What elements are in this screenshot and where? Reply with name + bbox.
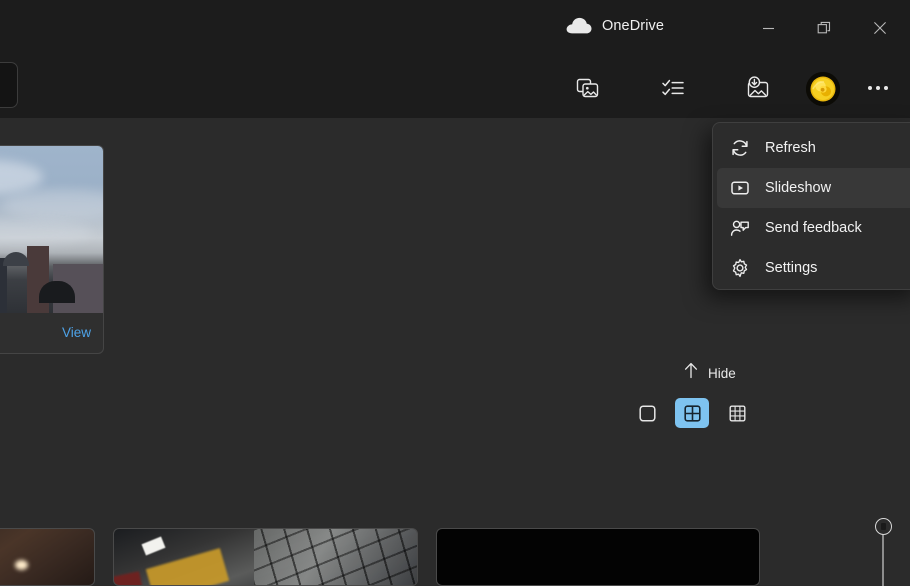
slideshow-icon	[729, 177, 751, 199]
dot-2	[876, 86, 880, 90]
restore-button[interactable]	[801, 10, 847, 46]
minimize-button[interactable]	[745, 10, 791, 46]
red-panel	[113, 571, 144, 586]
glass-ceiling	[254, 529, 418, 586]
handle-nub	[881, 523, 886, 530]
building	[0, 258, 7, 313]
yellow-panel	[146, 548, 229, 586]
photo-card[interactable]: View	[0, 145, 104, 354]
select-checklist-icon[interactable]	[655, 70, 691, 106]
timeline-scrollbar[interactable]	[876, 512, 890, 586]
more-options-button[interactable]	[860, 70, 896, 106]
photo-card-image	[0, 146, 104, 313]
cloud-shape	[3, 190, 104, 220]
dome	[3, 252, 29, 266]
settings-gear-icon	[729, 257, 751, 279]
hide-label: Hide	[708, 366, 736, 381]
save-photo-icon[interactable]	[740, 70, 776, 106]
thumbnail-3[interactable]	[436, 528, 760, 586]
photo-card-footer: View	[0, 311, 104, 353]
menu-label: Slideshow	[765, 180, 831, 196]
photo-collection-icon[interactable]	[570, 70, 606, 106]
view-size-large[interactable]	[630, 398, 664, 428]
title-bar: OneDrive	[0, 0, 910, 58]
more-options-menu: Refresh Slideshow Send feedback	[712, 122, 910, 290]
foreground-silhouette	[39, 281, 75, 303]
send-feedback-icon	[729, 217, 751, 239]
cloud-shape	[0, 160, 43, 194]
timeline-handle[interactable]	[875, 518, 892, 535]
ceiling-lamp	[142, 537, 166, 556]
refresh-icon	[729, 137, 751, 159]
view-size-toggle-group	[630, 398, 754, 428]
avatar[interactable]	[806, 72, 840, 106]
window-title: OneDrive	[602, 18, 664, 34]
view-size-medium[interactable]	[675, 398, 709, 428]
arrow-up-icon	[683, 362, 699, 384]
cloud-icon	[566, 17, 592, 35]
view-link[interactable]: View	[62, 325, 91, 340]
onedrive-photos-window: OneDrive	[0, 0, 910, 586]
menu-label: Refresh	[765, 140, 816, 156]
thumbnail-1[interactable]	[0, 528, 95, 586]
toolbar	[0, 58, 910, 118]
cloud-shape	[0, 220, 93, 246]
menu-item-slideshow[interactable]: Slideshow	[717, 168, 910, 208]
menu-item-send-feedback[interactable]: Send feedback	[717, 208, 910, 248]
close-button[interactable]	[857, 10, 903, 46]
hide-button[interactable]: Hide	[683, 358, 736, 388]
thumbnail-strip	[0, 528, 910, 586]
menu-item-refresh[interactable]: Refresh	[717, 128, 910, 168]
app-title-group: OneDrive	[566, 17, 664, 35]
menu-item-settings[interactable]: Settings	[717, 248, 910, 288]
view-size-small[interactable]	[720, 398, 754, 428]
thumbnail-2[interactable]	[113, 528, 418, 586]
dot-1	[868, 86, 872, 90]
dot-3	[884, 86, 888, 90]
menu-label: Settings	[765, 260, 817, 276]
light-highlight	[15, 560, 28, 570]
menu-label: Send feedback	[765, 220, 862, 236]
timeline-track	[882, 534, 884, 586]
offscreen-panel-edge	[0, 62, 18, 108]
